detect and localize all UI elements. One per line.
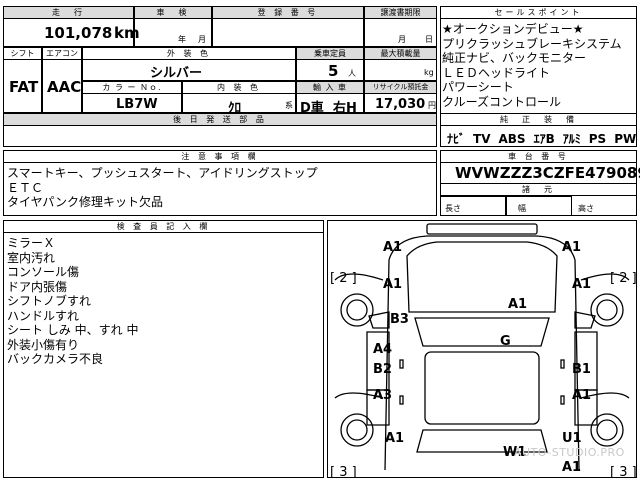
equipment-list: ﾅﾋﾞ TV ABS ｴｱB ｱﾙﾐ PS PW [447,128,640,147]
damage-mark: B3 [390,312,409,327]
genuine-equipment-header: 純 正 装 備 [440,113,637,126]
transfer-month: 月 [398,35,406,44]
sales-point-item: パワーシート [442,80,514,94]
capacity-value: 5 [328,62,339,80]
equipment-item: ｱﾙﾐ [562,132,581,146]
damage-mark: A1 [383,240,403,255]
damage-mark: A1 [562,460,582,475]
inspector-line: シフトノブすれ [7,294,92,308]
tire-bracket: [ 2 ] [610,271,637,286]
dims-height: 高さ [578,204,594,213]
equipment-item: ﾅﾋﾞ [447,132,466,146]
damage-mark: G [500,334,511,349]
damage-mark: A3 [373,388,393,403]
dims-header: 諸 元 [440,183,637,196]
inspection-header: 車 検 [134,6,212,19]
inspector-line: ミラーＸ [7,236,56,250]
registration-header: 登 録 番 号 [212,6,364,19]
sales-points-header: セールスポイント [440,6,637,19]
damage-mark: B1 [572,362,591,377]
interior-color-header: 内 装 色 [182,81,296,94]
damage-mark: A1 [562,240,582,255]
exterior-color-value: シルバー [150,66,203,81]
inspection-month: 月 [198,35,206,44]
import-header: 輸 入 車 [296,81,364,94]
sales-point-item: プリクラッシュブレーキシステム [442,36,622,51]
capacity-unit: 人 [348,69,356,78]
tire-bracket: [ 3 ] [610,465,637,480]
mileage-header: 走 行 [3,6,134,19]
inspector-line: 室内汚れ [7,250,56,265]
shift-header: シフト [3,47,42,60]
damage-mark: U1 [562,431,582,446]
shift-value: FAT [9,78,39,96]
damage-mark: A1 [572,277,592,292]
transfer-header: 譲渡書期限 [364,6,437,19]
tire-bracket: [ 3 ] [330,465,357,480]
inspector-line: ドア内張傷 [7,279,68,294]
chassis-header: 車 台 番 号 [440,150,637,163]
capacity-header: 乗車定員 [296,47,364,60]
damage-mark: A1 [385,431,405,446]
sales-point-item: ＬＥＤヘッドライト [442,65,551,80]
chassis-number: WVWZZZ3CZFE479089 [455,164,640,182]
damage-mark: A4 [373,342,393,357]
dims-width: 幅 [518,204,526,213]
notes-list: スマートキー、プッシュスタート、アイドリングストップ ＥＴＣ タイヤパンク修理キ… [7,166,318,210]
inspector-line: バックカメラ不良 [7,352,104,366]
dims-length: 長さ [445,204,461,213]
ac-value: AAC [47,78,82,96]
interior-color-suffix: 系 [285,101,293,110]
shipping-header: 後 日 発 送 部 品 [3,113,437,126]
damage-mark: A1 [572,388,592,403]
equipment-item: ｴｱB [533,132,555,146]
note-line: ＥＴＣ [7,180,44,195]
note-line: スマートキー、プッシュスタート、アイドリングストップ [7,166,318,180]
inspector-header: 検 査 員 記 入 欄 [3,220,324,233]
sales-point-item: 純正ナビ、バックモニター [442,51,587,65]
damage-mark: A1 [508,297,528,312]
equipment-item: ABS [498,132,526,146]
notes-header: 注 意 事 項 欄 [3,150,437,163]
equipment-item: PS [588,132,607,146]
equipment-item: TV [473,132,491,146]
recycle-unit: 円 [428,101,436,110]
color-no-header: カ ラ ー Ｎｏ. [82,81,182,94]
damage-mark: B2 [373,362,392,377]
sales-point-item: ★オークションデビュー★ [442,22,584,36]
note-line: タイヤパンク修理キット欠品 [7,195,164,209]
ac-header: エアコン [42,47,82,60]
inspection-year: 年 [178,35,186,44]
inspector-line: シート しみ 中、すれ 中 [7,323,139,337]
damage-mark: A1 [383,277,403,292]
inspector-line: ハンドルすれ [7,308,80,323]
watermark: AUTO-STUDIO.PRO [514,446,625,459]
max-load-header: 最大積載量 [364,47,437,60]
max-load-unit: kg [424,68,434,77]
sales-point-item: クルーズコントロール [442,94,562,109]
recycle-value: 17,030 [375,97,426,112]
mileage-value: 101,078 [44,24,113,42]
inspector-line: 外装小傷有り [7,337,80,352]
recycle-header: リサイクル預託金 [364,81,437,94]
color-no-value: LB7W [116,97,158,112]
tire-bracket: [ 2 ] [330,271,357,286]
equipment-item: PW [614,132,637,146]
inspector-list: ミラーＸ 室内汚れ コンソール傷 ドア内張傷 シフトノブすれ ハンドルすれ シー… [7,236,138,367]
inspector-line: コンソール傷 [7,265,80,279]
exterior-color-header: 外 装 色 [82,47,296,60]
dims-width-cell [506,196,572,216]
sales-points-list: ★オークションデビュー★ プリクラッシュブレーキシステム 純正ナビ、バックモニタ… [442,22,622,109]
transfer-day: 日 [425,35,433,44]
